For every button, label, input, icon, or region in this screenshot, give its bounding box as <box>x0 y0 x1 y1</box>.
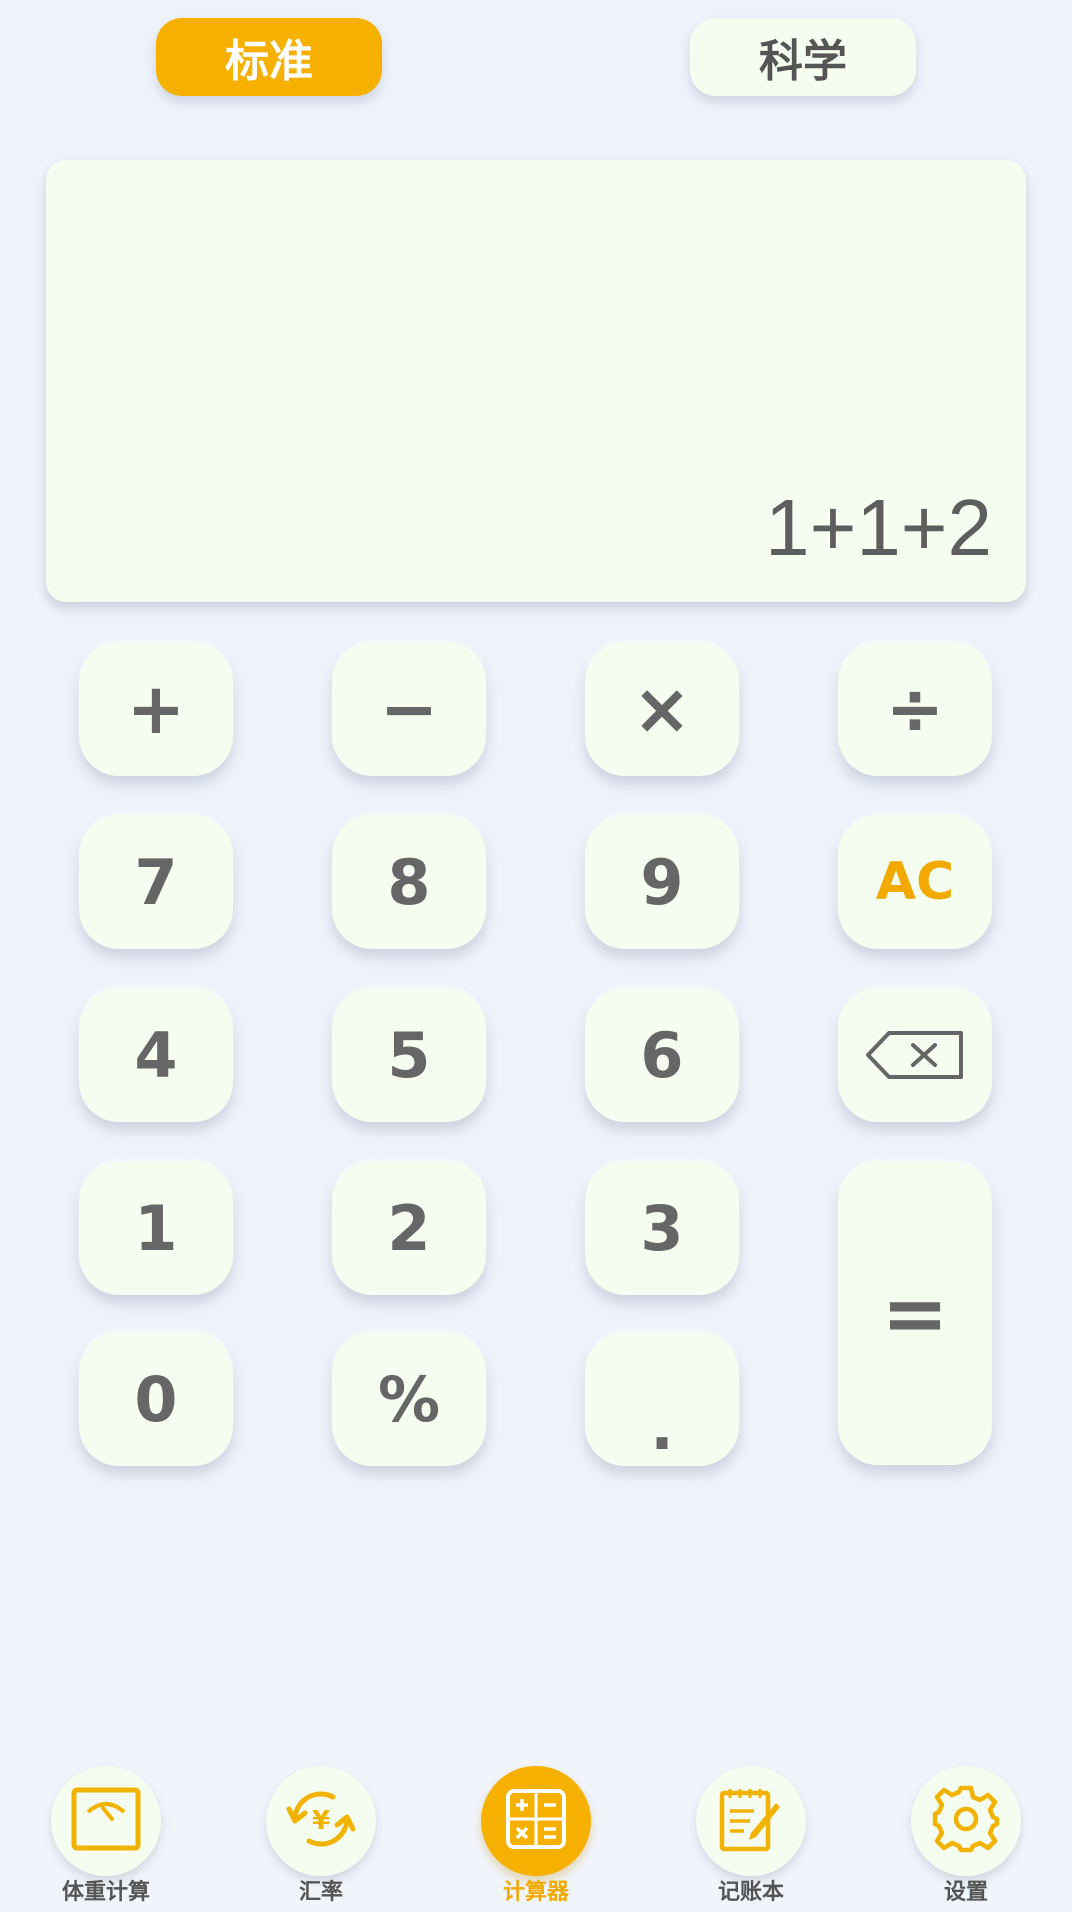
notebook-icon <box>718 1785 784 1857</box>
nav-item-notebook[interactable]: 记账本 <box>671 1766 831 1906</box>
digit-2-label: 2 <box>387 1191 431 1265</box>
nav-exchange-button[interactable]: ¥ <box>266 1766 376 1876</box>
plus-key-label: + <box>126 668 186 750</box>
digit-7-label: 7 <box>134 845 178 919</box>
percent-key-label: % <box>377 1362 441 1436</box>
backspace-icon <box>865 1030 965 1080</box>
nav-weight-button[interactable] <box>51 1766 161 1876</box>
digit-8-key[interactable]: 8 <box>332 815 486 949</box>
calculator-display: 1+1+2 <box>46 160 1026 602</box>
digit-6-key[interactable]: 6 <box>585 988 739 1122</box>
nav-settings-label: 设置 <box>943 1880 988 1905</box>
multiply-key-label: × <box>632 668 692 750</box>
clear-key-label: AC <box>875 852 955 912</box>
digit-3-key[interactable]: 3 <box>585 1161 739 1295</box>
divide-key[interactable]: ÷ <box>838 642 992 776</box>
tab-scientific[interactable]: 科学 <box>690 18 916 96</box>
equals-key[interactable]: = <box>838 1161 992 1465</box>
nav-notebook-label: 记账本 <box>717 1880 784 1905</box>
clear-key[interactable]: AC <box>838 815 992 949</box>
digit-3-label: 3 <box>640 1191 684 1265</box>
gear-icon <box>931 1784 1001 1858</box>
digit-0-key[interactable]: 0 <box>79 1332 233 1466</box>
digit-4-label: 4 <box>134 1018 178 1092</box>
tab-scientific-label: 科学 <box>759 36 847 87</box>
nav-notebook-button[interactable] <box>696 1766 806 1876</box>
digit-1-key[interactable]: 1 <box>79 1161 233 1295</box>
digit-8-label: 8 <box>387 845 431 919</box>
digit-5-label: 5 <box>387 1018 431 1092</box>
nav-item-settings[interactable]: 设置 <box>886 1766 1046 1906</box>
currency-exchange-icon: ¥ <box>283 1787 359 1855</box>
digit-7-key[interactable]: 7 <box>79 815 233 949</box>
divide-key-label: ÷ <box>885 668 945 750</box>
digit-0-label: 0 <box>134 1362 178 1436</box>
equals-key-label: = <box>881 1266 949 1360</box>
plus-key[interactable]: + <box>79 642 233 776</box>
nav-weight-label: 体重计算 <box>61 1880 150 1905</box>
nav-exchange-label: 汇率 <box>298 1880 343 1905</box>
digit-1-label: 1 <box>134 1191 178 1265</box>
calculator-icon <box>505 1788 567 1854</box>
minus-key[interactable]: − <box>332 642 486 776</box>
display-expression: 1+1+2 <box>765 483 992 572</box>
digit-9-label: 9 <box>640 845 684 919</box>
nav-item-weight[interactable]: 体重计算 <box>26 1766 186 1906</box>
digit-6-label: 6 <box>640 1018 684 1092</box>
backspace-key[interactable] <box>838 988 992 1122</box>
multiply-key[interactable]: × <box>585 642 739 776</box>
nav-calculator-button[interactable] <box>481 1766 591 1876</box>
bottom-navigation: 体重计算 ¥ 汇率 计算器 记账本 设置 <box>0 1756 1072 1912</box>
digit-2-key[interactable]: 2 <box>332 1161 486 1295</box>
scale-icon <box>70 1786 142 1856</box>
decimal-key-label: . <box>650 1390 674 1464</box>
percent-key[interactable]: % <box>332 1332 486 1466</box>
minus-key-label: − <box>379 668 439 750</box>
tab-standard[interactable]: 标准 <box>156 18 382 96</box>
nav-settings-button[interactable] <box>911 1766 1021 1876</box>
tab-standard-label: 标准 <box>225 36 313 87</box>
nav-item-calculator[interactable]: 计算器 <box>456 1766 616 1906</box>
decimal-key[interactable]: . <box>585 1332 739 1466</box>
svg-text:¥: ¥ <box>312 1806 330 1836</box>
digit-9-key[interactable]: 9 <box>585 815 739 949</box>
digit-4-key[interactable]: 4 <box>79 988 233 1122</box>
digit-5-key[interactable]: 5 <box>332 988 486 1122</box>
nav-item-exchange[interactable]: ¥ 汇率 <box>241 1766 401 1906</box>
nav-calculator-label: 计算器 <box>502 1880 569 1905</box>
